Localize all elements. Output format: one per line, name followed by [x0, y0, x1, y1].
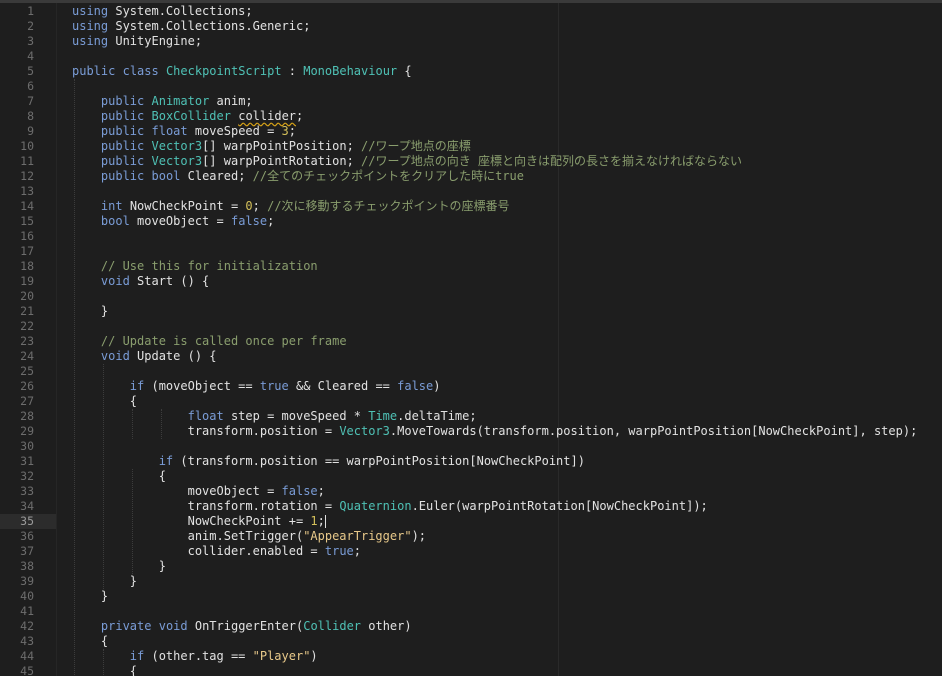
line-number: 43 [20, 634, 34, 648]
line-number: 20 [20, 289, 34, 303]
indent-guide [131, 469, 134, 574]
line-number: 19 [20, 274, 34, 288]
indent-guide [102, 649, 105, 676]
line-number: 15 [20, 214, 34, 228]
line-number: 42 [20, 619, 34, 633]
code-line[interactable]: public float moveSpeed = 3; [72, 124, 296, 139]
code-line[interactable]: transform.position = Vector3.MoveTowards… [72, 424, 918, 439]
line-number: 10 [20, 139, 34, 153]
line-number: 36 [20, 529, 34, 543]
line-number: 26 [20, 379, 34, 393]
column-guide [558, 3, 559, 676]
line-number: 11 [20, 154, 34, 168]
code-line[interactable]: NowCheckPoint += 1; [72, 514, 326, 529]
code-line[interactable]: public Vector3[] warpPointPosition; //ワー… [72, 139, 471, 154]
code-line[interactable]: } [72, 559, 166, 574]
code-line[interactable]: using System.Collections.Generic; [72, 19, 310, 34]
code-line[interactable]: anim.SetTrigger("AppearTrigger"); [72, 529, 426, 544]
line-number: 18 [20, 259, 34, 273]
code-line[interactable]: public BoxCollider collider; [72, 109, 303, 124]
line-number: 16 [20, 229, 34, 243]
line-number: 1 [27, 4, 34, 18]
code-line[interactable]: using UnityEngine; [72, 34, 202, 49]
line-number: 45 [20, 664, 34, 676]
line-number: 12 [20, 169, 34, 183]
line-number: 13 [20, 184, 34, 198]
code-line[interactable]: public Vector3[] warpPointRotation; //ワー… [72, 154, 742, 169]
line-number: 6 [27, 79, 34, 93]
code-line[interactable]: // Use this for initialization [72, 259, 318, 274]
line-number: 40 [20, 589, 34, 603]
code-line[interactable]: public bool Cleared; //全てのチェックポイントをクリアした… [72, 169, 524, 184]
code-line[interactable]: private void OnTriggerEnter(Collider oth… [72, 619, 412, 634]
code-line[interactable]: // Update is called once per frame [72, 334, 347, 349]
indent-guide [102, 364, 105, 589]
indent-guide [160, 409, 163, 439]
line-number-gutter[interactable]: 1 2 3 4 5 6 7 8 9 10 11 12 13 14 15 16 17 18 19 20 21 22 23 24 2… [0, 3, 56, 676]
line-number: 29 [20, 424, 34, 438]
code-line[interactable]: void Update () { [72, 349, 217, 364]
line-number: 34 [20, 499, 34, 513]
line-number: 23 [20, 334, 34, 348]
line-number: 28 [20, 409, 34, 423]
code-line[interactable]: public Animator anim; [72, 94, 253, 109]
code-line[interactable]: { [72, 469, 166, 484]
line-number: 17 [20, 244, 34, 258]
line-number: 3 [27, 34, 34, 48]
line-number: 4 [27, 49, 34, 63]
line-number: 8 [27, 109, 34, 123]
line-number: 21 [20, 304, 34, 318]
code-line[interactable]: if (transform.position == warpPointPosit… [72, 454, 585, 469]
line-number: 22 [20, 319, 34, 333]
line-number: 27 [20, 394, 34, 408]
line-number: 9 [27, 124, 34, 138]
text-caret [324, 515, 326, 528]
code-line[interactable]: } [72, 304, 108, 319]
code-line[interactable]: void Start () { [72, 274, 209, 289]
code-line[interactable]: transform.rotation = Quaternion.Euler(wa… [72, 499, 708, 514]
code-line[interactable]: using System.Collections; [72, 4, 253, 19]
line-number: 44 [20, 649, 34, 663]
code-line[interactable]: public class CheckpointScript : MonoBeha… [72, 64, 412, 79]
line-number: 2 [27, 19, 34, 33]
line-number: 33 [20, 484, 34, 498]
line-number: 32 [20, 469, 34, 483]
code-line[interactable]: { [72, 634, 108, 649]
line-number: 37 [20, 544, 34, 558]
indent-guide [74, 79, 76, 676]
code-line[interactable]: bool moveObject = false; [72, 214, 274, 229]
line-number: 41 [20, 604, 34, 618]
line-number: 24 [20, 349, 34, 363]
line-number: 39 [20, 574, 34, 588]
code-line[interactable]: moveObject = false; [72, 484, 325, 499]
line-number: 25 [20, 364, 34, 378]
code-line[interactable]: } [72, 589, 108, 604]
line-number: 5 [27, 64, 34, 78]
code-line[interactable]: if (other.tag == "Player") [72, 649, 318, 664]
line-number: 31 [20, 454, 34, 468]
code-line[interactable]: collider.enabled = true; [72, 544, 361, 559]
line-number: 38 [20, 559, 34, 573]
line-number: 30 [20, 439, 34, 453]
line-number: 7 [27, 94, 34, 108]
code-editor[interactable]: 1 2 3 4 5 6 7 8 9 10 11 12 13 14 15 16 17 18 19 20 21 22 23 24 2… [0, 0, 942, 676]
indent-guide [131, 409, 134, 439]
code-line[interactable]: if (moveObject == true && Cleared == fal… [72, 379, 441, 394]
line-number: 14 [20, 199, 34, 213]
line-number: 35 [0, 514, 56, 529]
code-line[interactable]: int NowCheckPoint = 0; //次に移動するチェックポイントの… [72, 199, 510, 214]
